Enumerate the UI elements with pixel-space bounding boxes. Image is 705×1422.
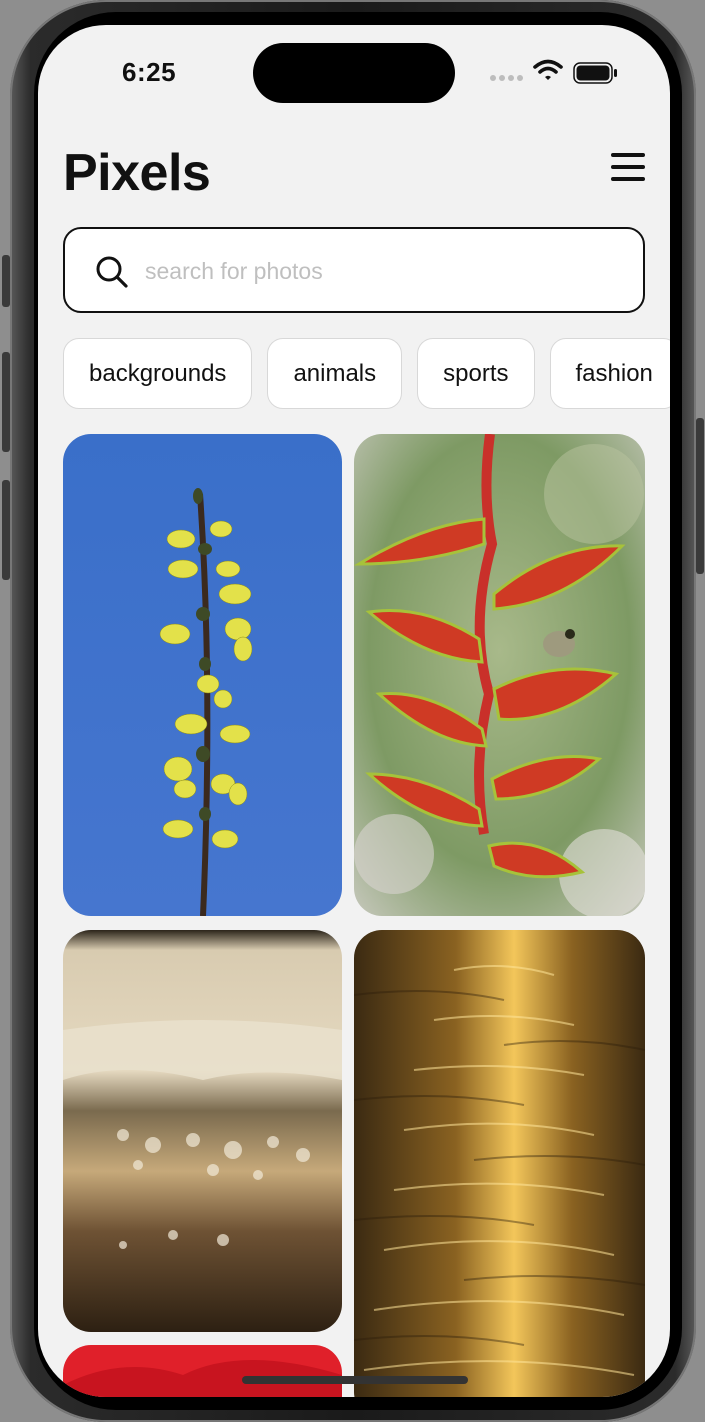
category-chip-backgrounds[interactable]: backgrounds	[63, 338, 253, 409]
photo-image	[354, 434, 645, 916]
photo-card-fermenting-jar[interactable]	[63, 930, 342, 1332]
wifi-icon	[533, 59, 563, 80]
hamburger-menu-icon[interactable]	[608, 150, 648, 184]
photo-card-red-petals[interactable]	[63, 1345, 342, 1397]
photo-image	[63, 930, 342, 1332]
photo-image	[354, 930, 645, 1397]
category-chip-sports[interactable]: sports	[417, 338, 535, 409]
status-time: 6:25	[122, 57, 177, 87]
category-chips: backgrounds animals sports fashion	[63, 338, 670, 409]
search-input[interactable]	[145, 253, 615, 289]
photo-image	[63, 1345, 342, 1397]
photo-card-heliconia-with-frog[interactable]	[354, 434, 645, 916]
cellular-signal-icon	[490, 75, 523, 81]
battery-icon	[573, 62, 617, 84]
photo-card-yellow-flower-branch[interactable]	[63, 434, 342, 916]
category-chip-animals[interactable]: animals	[267, 338, 403, 409]
search-bar[interactable]	[63, 227, 645, 313]
search-icon	[96, 256, 128, 288]
app-screen: 6:25 Pixels backgrounds animals sports f…	[38, 25, 670, 1397]
action-button	[2, 255, 10, 307]
side-button	[696, 418, 704, 574]
home-indicator[interactable]	[242, 1376, 468, 1384]
volume-down-button	[2, 480, 10, 580]
category-chip-fashion[interactable]: fashion	[549, 338, 670, 409]
photo-card-sunlit-water[interactable]	[354, 930, 645, 1397]
app-title: Pixels	[63, 144, 211, 202]
photo-image	[63, 434, 342, 916]
volume-up-button	[2, 352, 10, 452]
dynamic-island	[253, 43, 455, 103]
